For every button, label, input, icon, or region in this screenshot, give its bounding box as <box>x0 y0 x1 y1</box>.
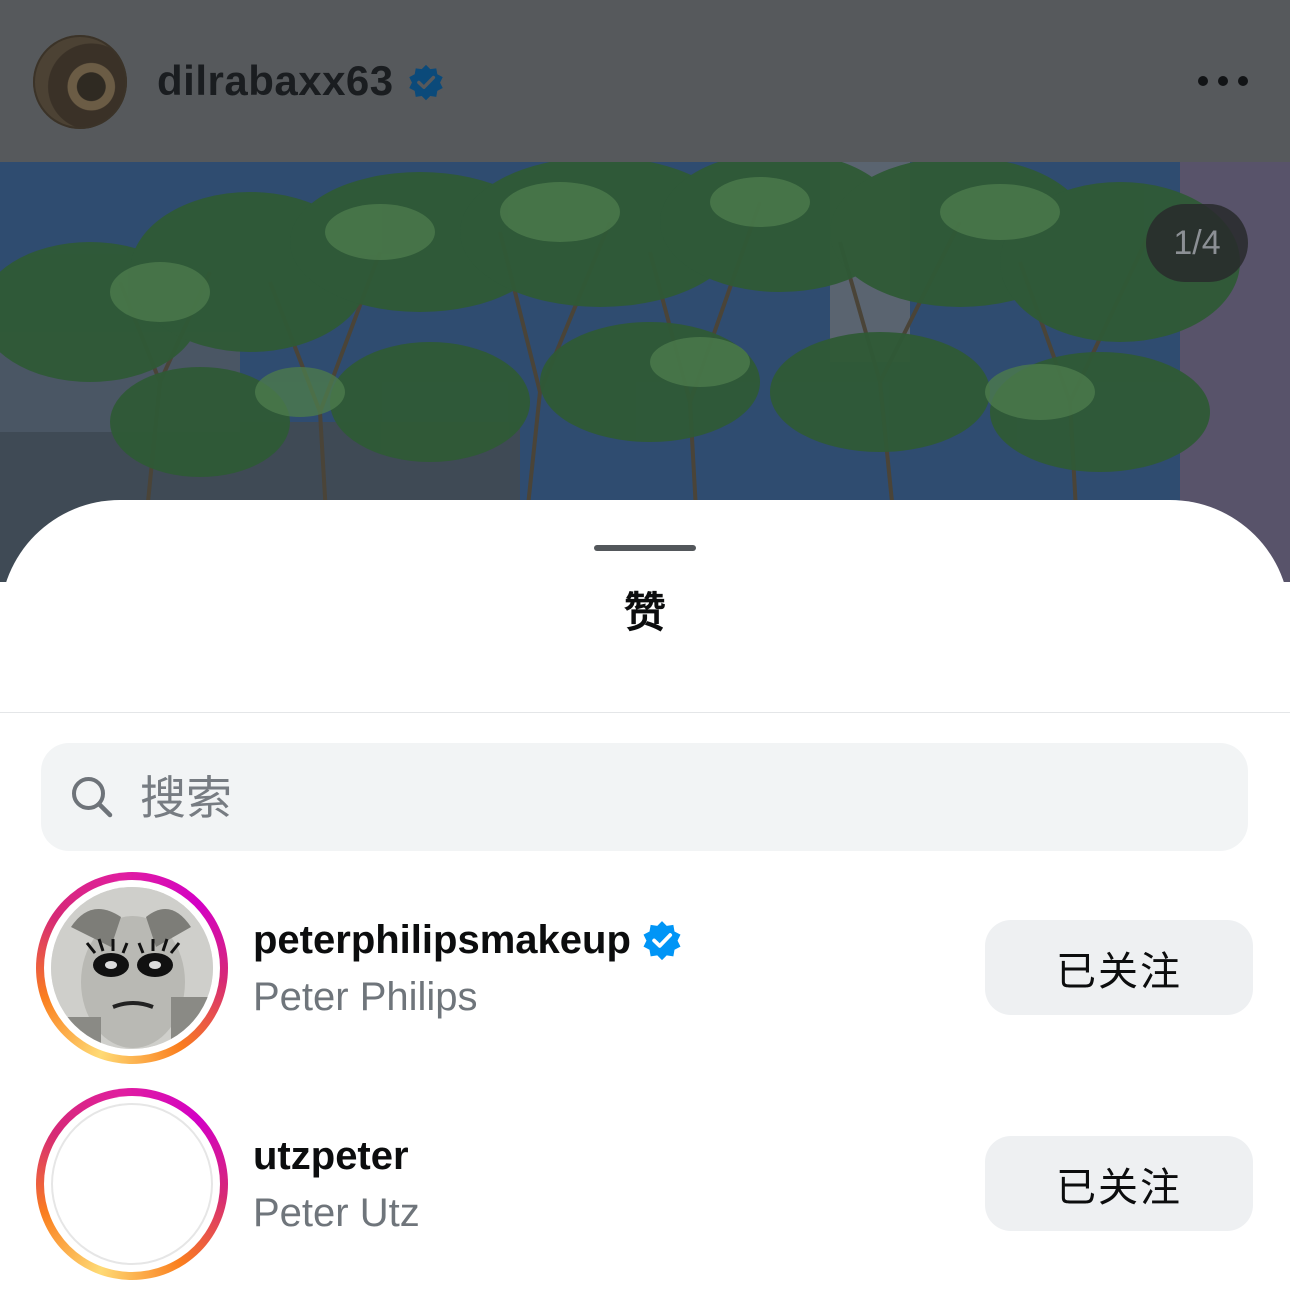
story-ring[interactable] <box>36 872 228 1064</box>
list-item[interactable]: peterphilipsmakeup Peter Philips 已关注 <box>0 868 1290 1068</box>
post-username[interactable]: dilrabaxx63 <box>157 56 394 106</box>
username-label[interactable]: peterphilipsmakeup <box>253 916 683 964</box>
likes-sheet: 赞 搜索 peterphilipsmakeup Peter Philips 已关… <box>0 500 1290 1296</box>
full-name-label: Peter Utz <box>253 1191 420 1235</box>
image-counter-badge: 1/4 <box>1146 204 1248 282</box>
username-text[interactable]: peterphilipsmakeup <box>253 918 631 962</box>
post-avatar[interactable] <box>33 35 127 129</box>
search-input[interactable] <box>138 743 1222 853</box>
post-header: dilrabaxx63 <box>0 0 1290 162</box>
search-icon <box>72 777 113 818</box>
search-bar[interactable] <box>41 743 1248 853</box>
more-horizontal-icon[interactable] <box>1198 66 1248 96</box>
sheet-title: 赞 <box>623 589 666 636</box>
full-name-label: Peter Philips <box>253 975 478 1019</box>
list-item[interactable]: utzpeter Peter Utz 已关注 <box>0 1084 1290 1284</box>
following-button[interactable]: 已关注 <box>985 1136 1253 1231</box>
story-ring[interactable] <box>36 1088 228 1280</box>
divider <box>0 712 1290 713</box>
username-text[interactable]: utzpeter <box>253 1134 409 1178</box>
verified-badge-icon <box>643 921 681 961</box>
following-button[interactable]: 已关注 <box>985 920 1253 1015</box>
sheet-grabber[interactable] <box>594 545 696 551</box>
avatar <box>51 887 213 1049</box>
verified-badge-icon <box>409 64 443 101</box>
avatar <box>51 1103 213 1265</box>
username-label[interactable]: utzpeter <box>253 1132 409 1180</box>
